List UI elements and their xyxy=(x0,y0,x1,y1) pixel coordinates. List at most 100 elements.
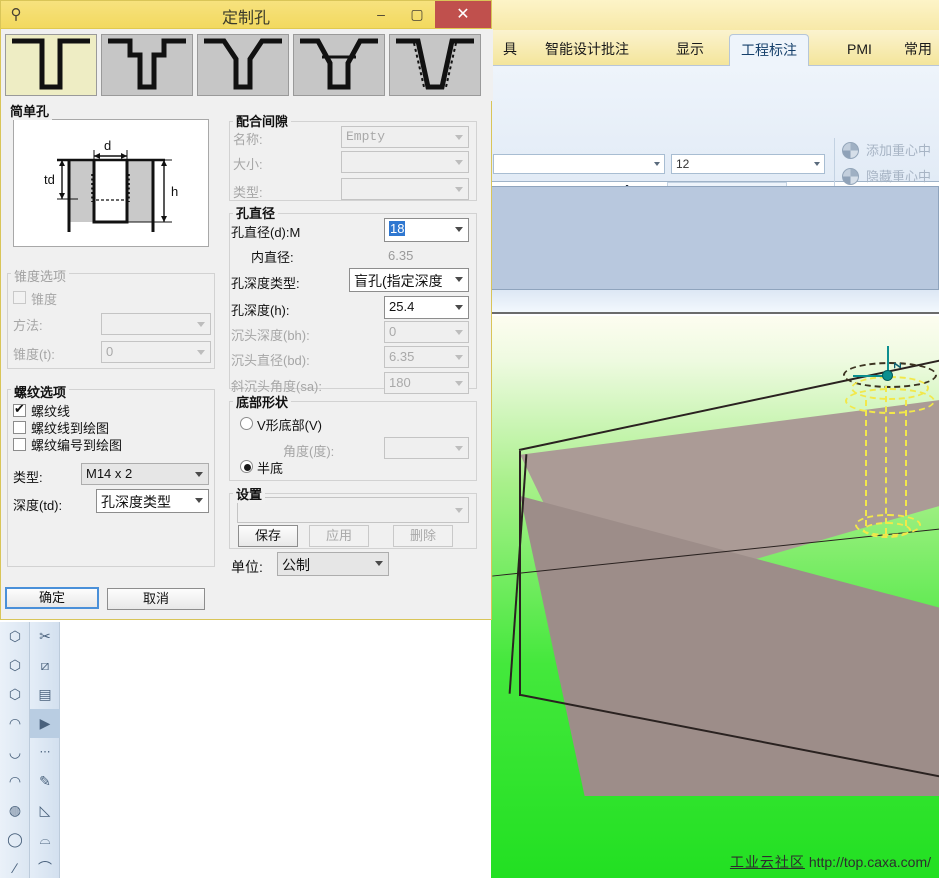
hole-diameter-label: 孔直径(d):M xyxy=(231,225,301,240)
ribbon-tab-tools[interactable]: 具 xyxy=(492,34,528,66)
ribbon-tab-engineering-annotation[interactable]: 工程标注 xyxy=(729,34,809,66)
tool-table-icon[interactable]: ▤ xyxy=(30,680,60,709)
chevron-down-icon xyxy=(455,381,463,386)
close-button[interactable]: ✕ xyxy=(435,1,491,28)
tool-dots-icon[interactable]: ⋯ xyxy=(30,738,60,767)
countersink-angle-combo[interactable]: 180 xyxy=(384,372,469,394)
settings-preset-combo[interactable] xyxy=(237,497,469,523)
hole-shaft-right-line xyxy=(905,400,907,526)
clearance-type-label: 类型: xyxy=(233,185,263,200)
chevron-down-icon xyxy=(197,350,205,355)
taper-method-combo[interactable] xyxy=(101,313,211,335)
depth-type-combo[interactable]: 盲孔(指定深度 xyxy=(349,268,469,292)
ok-button[interactable]: 确定 xyxy=(5,587,99,609)
counterbore-depth-label: 沉头深度(bh): xyxy=(231,328,310,343)
tool-circle-icon[interactable]: ◯ xyxy=(0,825,30,854)
chevron-down-icon xyxy=(455,305,463,310)
watermark: 工业云社区 http://top.caxa.com/ xyxy=(730,852,931,872)
flat-bottom-radio[interactable] xyxy=(240,460,253,473)
tool-arc-dim-icon[interactable]: ⌓ xyxy=(30,825,60,854)
hole-type-simple[interactable] xyxy=(5,34,97,96)
thread-depth-combo[interactable]: 孔深度类型 xyxy=(96,489,209,513)
clearance-name-combo[interactable]: Empty xyxy=(341,126,469,148)
thread-line-to-drawing-checkbox[interactable] xyxy=(13,421,26,434)
chevron-down-icon xyxy=(455,277,463,282)
tool-angle-icon[interactable]: ◺ xyxy=(30,796,60,825)
tool-arc-plus-icon[interactable]: ◡ xyxy=(0,738,30,767)
chevron-down-icon xyxy=(654,162,660,166)
ribbon-tab-display[interactable]: 显示 xyxy=(665,34,715,66)
tool-arc-icon[interactable]: ◠ xyxy=(0,709,30,738)
units-combo[interactable]: 公制 xyxy=(277,552,389,576)
cancel-button[interactable]: 取消 xyxy=(107,588,205,610)
hole-depth-combo[interactable]: 25.4 xyxy=(384,296,469,319)
tool-trim-icon[interactable]: ⧄ xyxy=(30,651,60,680)
dialog-title-bar[interactable]: ⚲ 定制孔 – ▢ ✕ xyxy=(1,1,491,29)
chevron-down-icon xyxy=(455,227,463,232)
hole-type-countersink[interactable] xyxy=(197,34,289,96)
hole-diameter-combo[interactable]: 18 xyxy=(384,218,469,242)
chevron-down-icon xyxy=(195,498,203,503)
tool-cut-icon[interactable]: ✂ xyxy=(30,622,60,651)
v-bottom-label: V形底部(V) xyxy=(257,418,323,433)
taper-value-combo[interactable]: 0 xyxy=(101,341,211,363)
modify-toolbar-left[interactable]: ✂ ⧄ ▤ ▶ ⋯ ✎ ◺ ⌓ ⌒ — ⊥ xyxy=(30,622,60,878)
clearance-size-combo[interactable] xyxy=(341,151,469,173)
taper-checkbox[interactable] xyxy=(13,291,26,304)
hole-type-countersink-counterbore[interactable] xyxy=(293,34,385,96)
apply-preset-button[interactable]: 应用 xyxy=(309,525,369,547)
tool-polygon-3-icon[interactable]: ⬡ xyxy=(0,680,30,709)
svg-text:d: d xyxy=(104,138,111,153)
drawing-toolbar-left[interactable]: ⬡ ⬡ ⬡ ◠ ◡ ◠ ◍ ◯ ∕ xyxy=(0,622,30,878)
ribbon-tab-smart-annotation[interactable]: 智能设计批注 xyxy=(534,34,640,66)
chevron-down-icon xyxy=(455,355,463,360)
svg-text:td: td xyxy=(44,172,55,187)
maximize-button[interactable]: ▢ xyxy=(399,1,435,28)
thread-depth-label: 深度(td): xyxy=(13,498,63,513)
tool-ellipse-icon[interactable]: ◍ xyxy=(0,796,30,825)
hole-type-counterbore[interactable] xyxy=(101,34,193,96)
add-centroid-command[interactable]: 添加重心中 xyxy=(840,138,931,164)
v-bottom-radio[interactable] xyxy=(240,417,253,430)
hole-type-selector[interactable] xyxy=(1,29,493,101)
origin-marker[interactable] xyxy=(882,370,893,381)
units-label: 单位: xyxy=(231,559,263,575)
chevron-down-icon xyxy=(375,561,383,566)
thread-number-to-drawing-checkbox[interactable] xyxy=(13,438,26,451)
clearance-name-label: 名称: xyxy=(233,132,263,147)
tool-curve-dim-icon[interactable]: ⌒ xyxy=(30,854,60,878)
font-family-combo[interactable] xyxy=(493,154,665,174)
tool-polygon-2-icon[interactable]: ⬡ xyxy=(0,651,30,680)
hole-axis-line xyxy=(885,386,887,534)
watermark-url-text: http://top.caxa.com/ xyxy=(808,854,931,870)
thread-type-combo[interactable]: M14 x 2 xyxy=(81,463,209,485)
3d-viewport[interactable]: z 工业云社区 http://top.caxa.com/ xyxy=(491,316,939,878)
taper-options-title: 锥度选项 xyxy=(11,266,70,285)
tool-arc-3pt-icon[interactable]: ◠ xyxy=(0,767,30,796)
hide-centroid-icon xyxy=(842,168,859,185)
hole-preview-diagram: d td h xyxy=(13,119,209,247)
tool-polygon-1-icon[interactable]: ⬡ xyxy=(0,622,30,651)
chevron-down-icon xyxy=(455,330,463,335)
custom-hole-dialog[interactable]: ⚲ 定制孔 – ▢ ✕ 简单孔 d td h 锥度选项 锥度 方法: 锥度(t)… xyxy=(0,0,493,620)
hole-diameter-title: 孔直径 xyxy=(233,203,279,222)
thread-line-checkbox[interactable] xyxy=(13,401,26,417)
clearance-type-combo[interactable] xyxy=(341,178,469,200)
ribbon-tab-common[interactable]: 常用 xyxy=(893,34,939,66)
tool-line-icon[interactable]: ∕ xyxy=(0,854,30,878)
save-preset-button[interactable]: 保存 xyxy=(238,525,298,547)
font-size-combo[interactable]: 12 xyxy=(671,154,825,174)
bottom-angle-combo[interactable] xyxy=(384,437,469,459)
counterbore-depth-combo[interactable]: 0 xyxy=(384,321,469,343)
property-panel xyxy=(491,186,939,290)
delete-preset-button[interactable]: 删除 xyxy=(393,525,453,547)
settings-title: 设置 xyxy=(233,484,266,503)
minimize-button[interactable]: – xyxy=(363,1,399,28)
tool-pencil-icon[interactable]: ✎ xyxy=(30,767,60,796)
tool-play-icon[interactable]: ▶ xyxy=(30,709,60,738)
ribbon-tab-pmi[interactable]: PMI xyxy=(836,34,883,66)
thread-number-to-drawing-label: 螺纹编号到绘图 xyxy=(31,438,123,453)
inner-diameter-label: 内直径: xyxy=(251,250,294,265)
hole-type-tapered[interactable] xyxy=(389,34,481,96)
counterbore-diameter-combo[interactable]: 6.35 xyxy=(384,346,469,368)
